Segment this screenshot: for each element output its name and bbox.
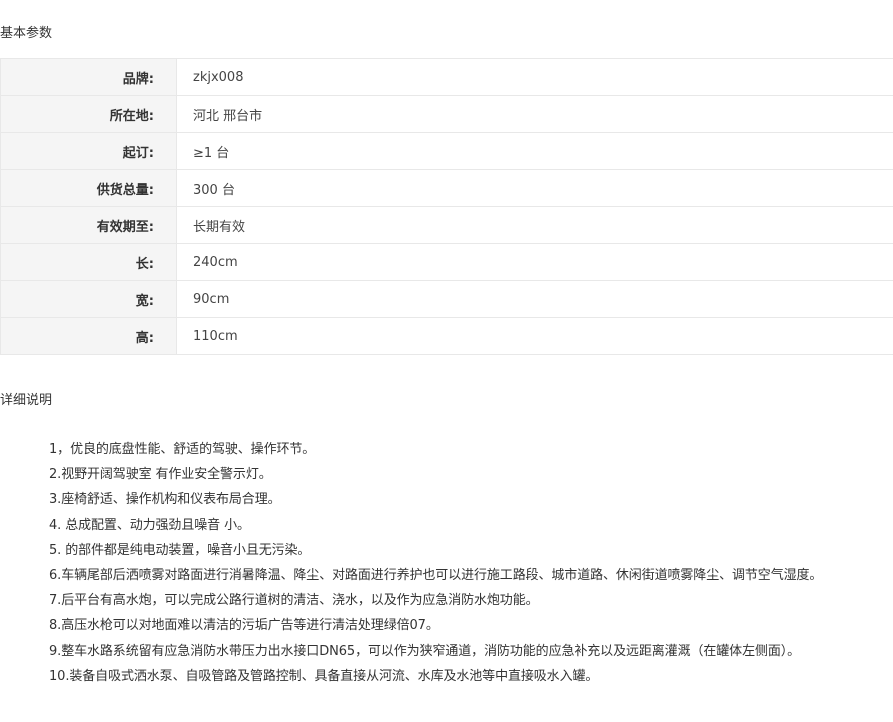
param-value-location: 河北 邢台市: [176, 95, 893, 133]
params-table: 品牌: zkjx008 所在地: 河北 邢台市 起订: ≥1 台 供货总量: 3…: [0, 58, 893, 355]
list-item: 6.车辆尾部后洒喷雾对路面进行消暑降温、降尘、对路面进行养护也可以进行施工路段、…: [49, 568, 823, 584]
list-item: 2.视野开阔驾驶室 有作业安全警示灯。: [49, 467, 272, 483]
param-value-brand: zkjx008: [176, 58, 893, 96]
param-value-width: 90cm: [176, 280, 893, 318]
table-row: 长: 240cm: [0, 243, 893, 281]
param-label-brand: 品牌:: [0, 58, 177, 96]
list-item: 9.整车水路系统留有应急消防水带压力出水接口DN65，可以作为狭窄通道，消防功能…: [49, 643, 801, 659]
param-label-min-order: 起订:: [0, 132, 177, 170]
param-value-height: 110cm: [176, 317, 893, 355]
list-item: 1，优良的底盘性能、舒适的驾驶、操作环节。: [49, 442, 316, 457]
table-row: 供货总量: 300 台: [0, 169, 893, 207]
detail-list: 1，优良的底盘性能、舒适的驾驶、操作环节。 2.视野开阔驾驶室 有作业安全警示灯…: [49, 437, 893, 689]
param-label-height: 高:: [0, 317, 177, 355]
param-value-length: 240cm: [176, 243, 893, 281]
list-item: 7.后平台有高水炮，可以完成公路行道树的清洁、浇水，以及作为应急消防水炮功能。: [49, 593, 539, 609]
param-value-valid-until: 长期有效: [176, 206, 893, 244]
table-row: 品牌: zkjx008: [0, 58, 893, 96]
param-value-supply: 300 台: [176, 169, 893, 207]
list-item: 10.装备自吸式洒水泵、自吸管路及管路控制、具备直接从河流、水库及水池等中直接吸…: [49, 668, 599, 684]
param-label-location: 所在地:: [0, 95, 177, 133]
list-item: 4. 总成配置、动力强劲且噪音 小。: [49, 517, 250, 533]
list-item: 8.高压水枪可以对地面难以清洁的污垢广告等进行清洁处理绿倍07。: [49, 618, 439, 634]
param-label-supply: 供货总量:: [0, 169, 177, 207]
detail-description-title: 详细说明: [0, 393, 53, 408]
param-label-width: 宽:: [0, 280, 177, 318]
table-row: 有效期至: 长期有效: [0, 206, 893, 244]
param-label-length: 长:: [0, 243, 177, 281]
param-label-valid-until: 有效期至:: [0, 206, 177, 244]
list-item: 3.座椅舒适、操作机构和仪表布局合理。: [49, 492, 281, 508]
table-row: 宽: 90cm: [0, 280, 893, 318]
basic-params-title: 基本参数: [0, 26, 53, 41]
table-row: 高: 110cm: [0, 317, 893, 355]
table-row: 所在地: 河北 邢台市: [0, 95, 893, 133]
param-value-min-order: ≥1 台: [176, 132, 893, 170]
table-row: 起订: ≥1 台: [0, 132, 893, 170]
list-item: 5. 的部件都是纯电动装置，噪音小且无污染。: [49, 542, 311, 558]
